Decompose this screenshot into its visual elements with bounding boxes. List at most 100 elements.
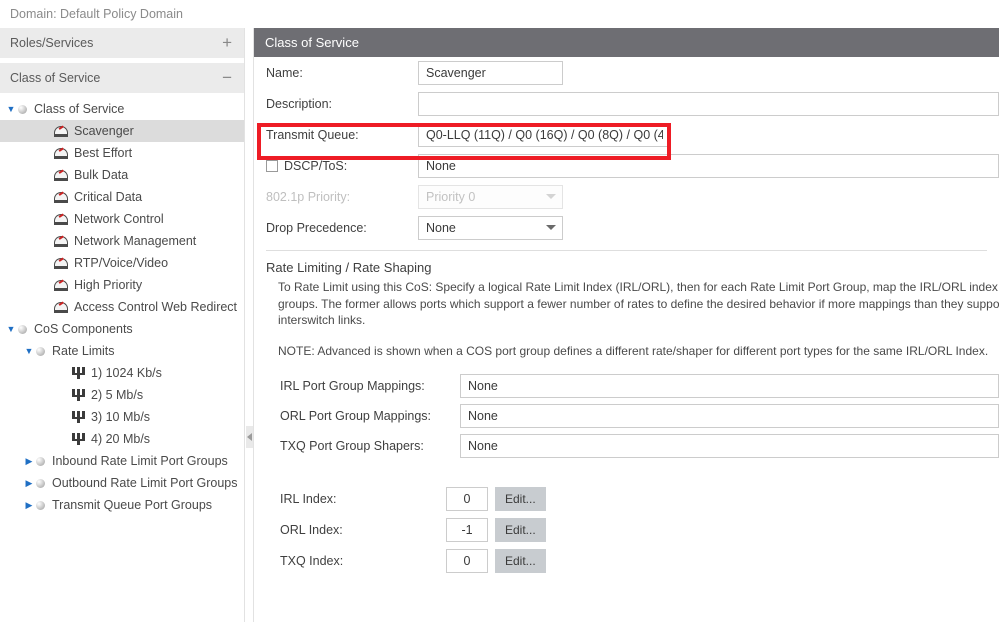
field-row-txq-shapers: TXQ Port Group Shapers: [254,431,999,461]
dscp-input[interactable] [418,154,999,178]
minus-icon[interactable]: − [222,71,234,85]
cos-tree: ▼Class of Service·Scavenger·Best Effort·… [0,94,244,516]
orl-index-label: ORL Index: [266,523,446,537]
twisty-spacer: · [40,214,54,224]
tree-item-label: Transmit Queue Port Groups [52,498,212,512]
txq-index-input[interactable] [446,549,488,573]
tree-item[interactable]: · Critical Data [0,186,244,208]
class-of-service-icon [54,279,68,291]
accordion-roles-services-label: Roles/Services [10,28,93,59]
tree-item[interactable]: ·Access Control Web Redirect [0,296,244,318]
twisty-spacer: · [58,434,72,444]
tree-item-label: RTP/Voice/Video [74,256,168,270]
tree-item[interactable]: ·1) 1024 Kb/s [0,362,244,384]
tree-item[interactable]: ▼ CoS Components [0,318,244,340]
irl-mappings-input[interactable] [460,374,999,398]
rate-limiting-description: To Rate Limit using this CoS: Specify a … [254,279,999,329]
splitter-collapse-handle[interactable] [246,426,253,448]
tree-item-label: Network Control [74,212,164,226]
plus-icon[interactable]: + [222,36,234,50]
tree-item[interactable]: ·3) 10 Mb/s [0,406,244,428]
tree-item[interactable]: ▶ Transmit Queue Port Groups [0,494,244,516]
transmit-queue-input[interactable] [418,123,671,147]
txq-index-edit-button[interactable]: Edit... [495,549,546,573]
class-of-service-icon [54,125,68,137]
field-row-name: Name: [254,57,999,88]
chevron-right-icon[interactable]: ▶ [22,500,36,510]
tree-item[interactable]: ·4) 20 Mb/s [0,428,244,450]
tree-item[interactable]: · 2) 5 Mb/s [0,384,244,406]
tree-node-bullet-icon [36,479,45,488]
class-of-service-icon [54,235,68,247]
orl-mappings-input[interactable] [460,404,999,428]
orl-index-input[interactable] [446,518,488,542]
accordion-roles-services[interactable]: Roles/Services + [0,28,244,59]
txq-shapers-input[interactable] [460,434,999,458]
tree-item-label: Class of Service [34,102,124,116]
chevron-down-icon [546,225,556,230]
page-title: Class of Service [254,28,999,57]
field-row-drop-precedence: Drop Precedence: None [254,212,999,243]
chevron-down-icon[interactable]: ▼ [4,104,18,114]
dscp-checkbox[interactable] [266,160,278,172]
tree-item-label: 3) 10 Mb/s [91,410,150,424]
tree-node-bullet-icon [18,105,27,114]
chevron-right-icon[interactable]: ▶ [22,478,36,488]
tree-item-label: CoS Components [34,322,133,336]
tree-node-bullet-icon [36,347,45,356]
tree-item-label: 2) 5 Mb/s [91,388,143,402]
tree-item-label: Inbound Rate Limit Port Groups [52,454,228,468]
chevron-down-icon[interactable]: ▼ [22,346,36,356]
field-row-irl-mappings: IRL Port Group Mappings: [254,371,999,401]
tree-item-label: Scavenger [74,124,134,138]
tree-node-bullet-icon [18,325,27,334]
tree-item[interactable]: ·Network Management [0,230,244,252]
tree-item[interactable]: ·Bulk Data [0,164,244,186]
tree-item[interactable]: ·RTP/Voice/Video [0,252,244,274]
txq-index-label: TXQ Index: [266,554,446,568]
tree-item[interactable]: · High Priority [0,274,244,296]
rate-limit-icon [72,389,85,401]
tree-item-label: High Priority [74,278,142,292]
irl-index-edit-button[interactable]: Edit... [495,487,546,511]
twisty-spacer: · [40,280,54,290]
field-row-priority: 802.1p Priority: Priority 0 [254,181,999,212]
description-input[interactable] [418,92,999,116]
panel-splitter[interactable] [244,28,254,622]
twisty-spacer: · [40,170,54,180]
tree-item[interactable]: ▶Outbound Rate Limit Port Groups [0,472,244,494]
txq-shapers-label: TXQ Port Group Shapers: [266,439,460,453]
tree-item[interactable]: ▼Rate Limits [0,340,244,362]
class-of-service-icon [54,169,68,181]
rate-limiting-section-title: Rate Limiting / Rate Shaping [254,251,999,279]
tree-item[interactable]: ·Best Effort [0,142,244,164]
accordion-class-of-service[interactable]: Class of Service − [0,63,244,94]
irl-index-input[interactable] [446,487,488,511]
transmit-queue-label: Transmit Queue: [266,128,418,142]
field-row-orl-index: ORL Index: Edit... [254,514,999,545]
twisty-spacer: · [40,126,54,136]
tree-item-label: 1) 1024 Kb/s [91,366,162,380]
rate-limiting-note: NOTE: Advanced is shown when a COS port … [254,329,999,360]
twisty-spacer: · [40,192,54,202]
name-label: Name: [266,66,418,80]
chevron-right-icon[interactable]: ▶ [22,456,36,466]
tree-item[interactable]: ▼ Class of Service [0,98,244,120]
sidebar: Roles/Services + Class of Service − ▼ Cla… [0,28,244,622]
field-row-txq-index: TXQ Index: Edit... [254,545,999,576]
drop-precedence-select[interactable]: None [418,216,563,240]
tree-item[interactable]: ▶ Inbound Rate Limit Port Groups [0,450,244,472]
tree-item[interactable]: · Scavenger [0,120,244,142]
dscp-label-text: DSCP/ToS: [284,159,347,173]
tree-item[interactable]: · Network Control [0,208,244,230]
tree-item-label: Critical Data [74,190,142,204]
field-row-dscp: DSCP/ToS: [254,150,999,181]
drop-precedence-select-value: None [426,221,456,235]
twisty-spacer: · [40,148,54,158]
tree-item-label: Access Control Web Redirect [74,300,237,314]
orl-index-edit-button[interactable]: Edit... [495,518,546,542]
chevron-down-icon[interactable]: ▼ [4,324,18,334]
class-of-service-icon [54,301,68,313]
name-input[interactable] [418,61,563,85]
twisty-spacer: · [58,390,72,400]
